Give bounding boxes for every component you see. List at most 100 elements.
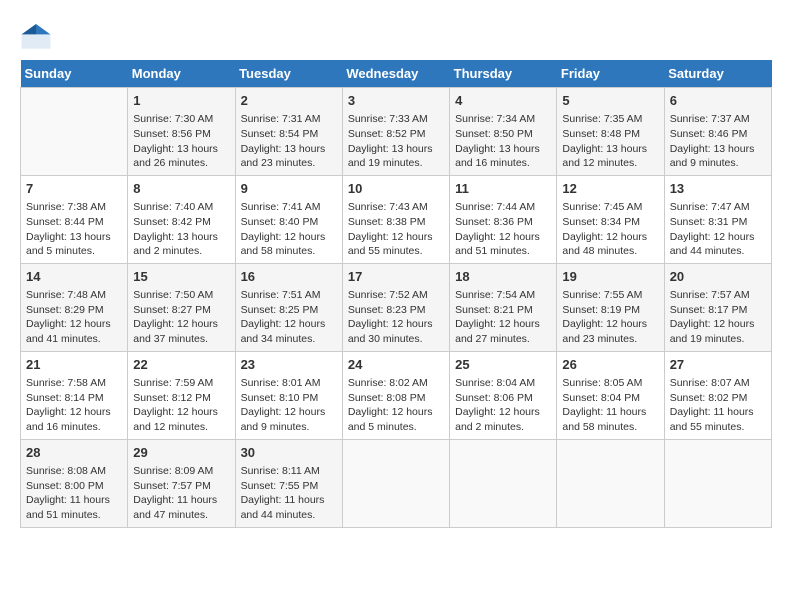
day-info: Sunrise: 8:02 AMSunset: 8:08 PMDaylight:… (348, 376, 444, 435)
day-info: Sunrise: 7:34 AMSunset: 8:50 PMDaylight:… (455, 112, 551, 171)
calendar-cell: 3 Sunrise: 7:33 AMSunset: 8:52 PMDaylight… (342, 88, 449, 176)
calendar-cell: 1 Sunrise: 7:30 AMSunset: 8:56 PMDaylight… (128, 88, 235, 176)
logo-icon (20, 20, 52, 52)
header-day-wednesday: Wednesday (342, 60, 449, 88)
day-info: Sunrise: 7:43 AMSunset: 8:38 PMDaylight:… (348, 200, 444, 259)
calendar-cell: 30Sunrise: 8:11 AMSunset: 7:55 PMDayligh… (235, 439, 342, 527)
calendar-cell: 19Sunrise: 7:55 AMSunset: 8:19 PMDayligh… (557, 263, 664, 351)
calendar-cell: 8Sunrise: 7:40 AMSunset: 8:42 PMDaylight… (128, 175, 235, 263)
calendar-cell: 4 Sunrise: 7:34 AMSunset: 8:50 PMDaylight… (450, 88, 557, 176)
header-day-sunday: Sunday (21, 60, 128, 88)
day-info: Sunrise: 7:37 AMSunset: 8:46 PMDaylight:… (670, 112, 766, 171)
day-info: Sunrise: 7:57 AMSunset: 8:17 PMDaylight:… (670, 288, 766, 347)
calendar-cell: 15 Sunrise: 7:50 AMSunset: 8:27 PMDayligh… (128, 263, 235, 351)
day-info: Sunrise: 7:31 AMSunset: 8:54 PMDaylight:… (241, 112, 337, 171)
day-info: Sunrise: 7:47 AMSunset: 8:31 PMDaylight:… (670, 200, 766, 259)
day-info: Sunrise: 8:01 AMSunset: 8:10 PMDaylight:… (241, 376, 337, 435)
calendar-cell: 16 Sunrise: 7:51 AMSunset: 8:25 PMDayligh… (235, 263, 342, 351)
calendar-cell: 22Sunrise: 7:59 AMSunset: 8:12 PMDayligh… (128, 351, 235, 439)
calendar-cell: 2 Sunrise: 7:31 AMSunset: 8:54 PMDaylight… (235, 88, 342, 176)
day-info: Sunrise: 7:50 AMSunset: 8:27 PMDaylight:… (133, 288, 229, 347)
calendar-cell: 25 Sunrise: 8:04 AMSunset: 8:06 PMDayligh… (450, 351, 557, 439)
header-day-thursday: Thursday (450, 60, 557, 88)
calendar-cell: 23Sunrise: 8:01 AMSunset: 8:10 PMDayligh… (235, 351, 342, 439)
day-number: 15 (133, 268, 229, 286)
calendar-cell: 9 Sunrise: 7:41 AMSunset: 8:40 PMDaylight… (235, 175, 342, 263)
header-day-monday: Monday (128, 60, 235, 88)
day-info: Sunrise: 7:30 AMSunset: 8:56 PMDaylight:… (133, 112, 229, 171)
day-number: 1 (133, 92, 229, 110)
day-number: 25 (455, 356, 551, 374)
day-number: 17 (348, 268, 444, 286)
day-info: Sunrise: 8:04 AMSunset: 8:06 PMDaylight:… (455, 376, 551, 435)
calendar-cell: 10 Sunrise: 7:43 AMSunset: 8:38 PMDayligh… (342, 175, 449, 263)
day-number: 13 (670, 180, 766, 198)
day-number: 21 (26, 356, 122, 374)
calendar-cell (557, 439, 664, 527)
day-info: Sunrise: 7:35 AMSunset: 8:48 PMDaylight:… (562, 112, 658, 171)
calendar-week-5: 28 Sunrise: 8:08 AMSunset: 8:00 PMDayligh… (21, 439, 772, 527)
calendar-header: SundayMondayTuesdayWednesdayThursdayFrid… (21, 60, 772, 88)
calendar-cell: 20 Sunrise: 7:57 AMSunset: 8:17 PMDayligh… (664, 263, 771, 351)
calendar-body: 1 Sunrise: 7:30 AMSunset: 8:56 PMDaylight… (21, 88, 772, 528)
calendar-cell: 29Sunrise: 8:09 AMSunset: 7:57 PMDayligh… (128, 439, 235, 527)
calendar-cell: 7 Sunrise: 7:38 AMSunset: 8:44 PMDaylight… (21, 175, 128, 263)
header-day-friday: Friday (557, 60, 664, 88)
day-number: 12 (562, 180, 658, 198)
day-info: Sunrise: 7:52 AMSunset: 8:23 PMDaylight:… (348, 288, 444, 347)
day-info: Sunrise: 7:54 AMSunset: 8:21 PMDaylight:… (455, 288, 551, 347)
day-number: 16 (241, 268, 337, 286)
day-info: Sunrise: 7:33 AMSunset: 8:52 PMDaylight:… (348, 112, 444, 171)
header-row: SundayMondayTuesdayWednesdayThursdayFrid… (21, 60, 772, 88)
calendar-cell: 12 Sunrise: 7:45 AMSunset: 8:34 PMDayligh… (557, 175, 664, 263)
day-number: 22 (133, 356, 229, 374)
calendar-cell (21, 88, 128, 176)
day-number: 9 (241, 180, 337, 198)
calendar-cell (664, 439, 771, 527)
day-number: 4 (455, 92, 551, 110)
day-number: 11 (455, 180, 551, 198)
day-number: 18 (455, 268, 551, 286)
day-number: 14 (26, 268, 122, 286)
day-info: Sunrise: 7:51 AMSunset: 8:25 PMDaylight:… (241, 288, 337, 347)
day-info: Sunrise: 7:55 AMSunset: 8:19 PMDaylight:… (562, 288, 658, 347)
calendar-cell: 24 Sunrise: 8:02 AMSunset: 8:08 PMDayligh… (342, 351, 449, 439)
calendar-cell: 27Sunrise: 8:07 AMSunset: 8:02 PMDayligh… (664, 351, 771, 439)
day-info: Sunrise: 7:58 AMSunset: 8:14 PMDaylight:… (26, 376, 122, 435)
day-number: 29 (133, 444, 229, 462)
day-number: 6 (670, 92, 766, 110)
day-info: Sunrise: 7:45 AMSunset: 8:34 PMDaylight:… (562, 200, 658, 259)
day-number: 20 (670, 268, 766, 286)
day-info: Sunrise: 7:41 AMSunset: 8:40 PMDaylight:… (241, 200, 337, 259)
day-number: 8 (133, 180, 229, 198)
day-info: Sunrise: 8:08 AMSunset: 8:00 PMDaylight:… (26, 464, 122, 523)
calendar-cell: 14 Sunrise: 7:48 AMSunset: 8:29 PMDayligh… (21, 263, 128, 351)
calendar-cell: 18 Sunrise: 7:54 AMSunset: 8:21 PMDayligh… (450, 263, 557, 351)
day-info: Sunrise: 7:38 AMSunset: 8:44 PMDaylight:… (26, 200, 122, 259)
calendar-cell: 11 Sunrise: 7:44 AMSunset: 8:36 PMDayligh… (450, 175, 557, 263)
calendar-table: SundayMondayTuesdayWednesdayThursdayFrid… (20, 60, 772, 528)
day-info: Sunrise: 8:05 AMSunset: 8:04 PMDaylight:… (562, 376, 658, 435)
day-number: 24 (348, 356, 444, 374)
day-number: 3 (348, 92, 444, 110)
page-header (20, 20, 772, 52)
day-number: 28 (26, 444, 122, 462)
calendar-cell (450, 439, 557, 527)
calendar-cell: 21 Sunrise: 7:58 AMSunset: 8:14 PMDayligh… (21, 351, 128, 439)
calendar-week-1: 1 Sunrise: 7:30 AMSunset: 8:56 PMDaylight… (21, 88, 772, 176)
header-day-saturday: Saturday (664, 60, 771, 88)
calendar-week-4: 21 Sunrise: 7:58 AMSunset: 8:14 PMDayligh… (21, 351, 772, 439)
day-number: 2 (241, 92, 337, 110)
day-info: Sunrise: 8:11 AMSunset: 7:55 PMDaylight:… (241, 464, 337, 523)
day-info: Sunrise: 7:44 AMSunset: 8:36 PMDaylight:… (455, 200, 551, 259)
day-info: Sunrise: 7:48 AMSunset: 8:29 PMDaylight:… (26, 288, 122, 347)
logo (20, 20, 56, 52)
day-number: 26 (562, 356, 658, 374)
day-number: 7 (26, 180, 122, 198)
calendar-cell: 28 Sunrise: 8:08 AMSunset: 8:00 PMDayligh… (21, 439, 128, 527)
day-number: 5 (562, 92, 658, 110)
header-day-tuesday: Tuesday (235, 60, 342, 88)
day-number: 10 (348, 180, 444, 198)
day-number: 27 (670, 356, 766, 374)
calendar-cell: 26 Sunrise: 8:05 AMSunset: 8:04 PMDayligh… (557, 351, 664, 439)
